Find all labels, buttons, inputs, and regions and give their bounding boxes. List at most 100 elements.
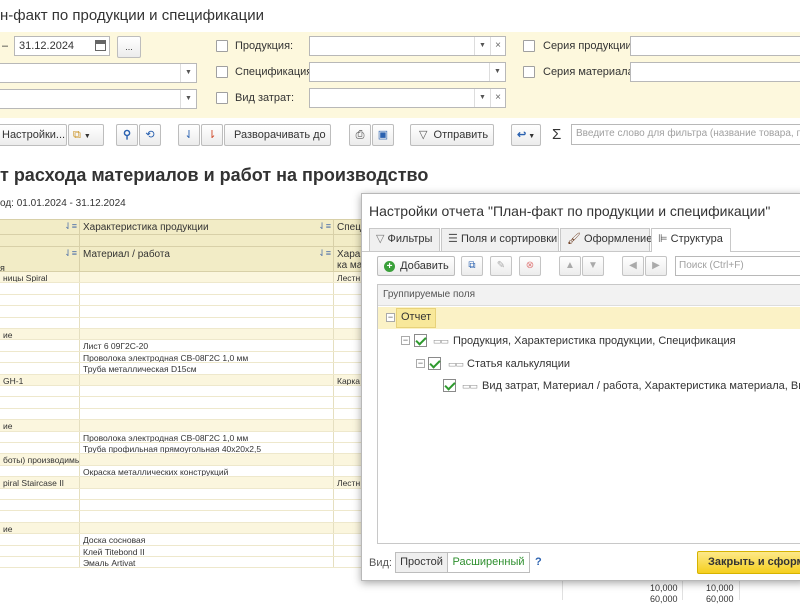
table-row[interactable]: боты) производимые в процессе: [0, 454, 362, 466]
tab-fields-sorting[interactable]: ☰ Поля и сортировки: [441, 228, 559, 251]
calendar-icon[interactable]: [95, 40, 106, 51]
copy-button[interactable]: ⧉: [461, 256, 483, 276]
table-row[interactable]: [0, 306, 362, 318]
table-row[interactable]: [0, 317, 362, 329]
send-button[interactable]: ▽ Отправить ▼: [410, 124, 494, 146]
collapse-icon[interactable]: −: [386, 313, 395, 322]
checkbox-checked-icon[interactable]: [414, 334, 427, 347]
product-series-checkbox[interactable]: [523, 40, 535, 52]
table-search-input[interactable]: Введите слово для фильтра (название това…: [571, 124, 800, 145]
header-cell[interactable]: я ⇃≡: [0, 247, 80, 272]
table-row[interactable]: [0, 283, 362, 295]
delete-button[interactable]: ⊗: [519, 256, 541, 276]
header-cell[interactable]: м ⇃≡: [0, 220, 80, 235]
find-button[interactable]: ⚲: [116, 124, 138, 146]
find-next-button[interactable]: ⟲: [139, 124, 161, 146]
table-row[interactable]: Лист 6 09Г2С-20: [0, 340, 362, 352]
close-and-generate-button[interactable]: Закрыть и сформ: [697, 551, 800, 574]
chevron-down-icon[interactable]: ▼: [489, 63, 505, 81]
cost-type-checkbox[interactable]: [216, 92, 228, 104]
settings-button[interactable]: Настройки...: [0, 124, 67, 146]
sort-asc-button[interactable]: ⇃: [178, 124, 200, 146]
view-simple-button[interactable]: Простой: [395, 552, 448, 573]
tab-structure[interactable]: ⊫ Структура: [651, 228, 731, 252]
date-to-field[interactable]: 31.12.2024: [14, 36, 110, 56]
undo-button[interactable]: ↩ ▼: [511, 124, 541, 146]
tree-node-level3[interactable]: Вид затрат, Материал / работа, Характери…: [482, 380, 800, 392]
table-row[interactable]: [0, 500, 362, 512]
table-row[interactable]: ницы Spiral Лестн: [0, 272, 362, 284]
header-cell[interactable]: Характеристика продукции ⇃≡: [80, 220, 334, 235]
product-checkbox[interactable]: [216, 40, 228, 52]
move-up-button[interactable]: ▲: [559, 256, 581, 276]
header-cell[interactable]: Спец: [334, 220, 362, 235]
table-row[interactable]: [0, 511, 362, 523]
checkbox-checked-icon[interactable]: [443, 379, 456, 392]
expand-to-button[interactable]: Разворачивать до▼: [224, 124, 331, 146]
clear-icon[interactable]: ×: [490, 37, 505, 55]
sort-desc-button[interactable]: ⇂: [201, 124, 223, 146]
table-row[interactable]: ие: [0, 329, 362, 341]
table-row[interactable]: piral Staircase II Лестн: [0, 477, 362, 489]
table-row[interactable]: ие: [0, 420, 362, 432]
help-icon[interactable]: ?: [535, 556, 542, 568]
table-row[interactable]: [0, 386, 362, 398]
clear-icon[interactable]: ×: [490, 89, 505, 107]
move-right-button[interactable]: ▶: [645, 256, 667, 276]
chevron-down-icon[interactable]: ▼: [474, 37, 490, 55]
cost-type-field[interactable]: × ▼: [309, 88, 506, 108]
header-cell[interactable]: Хара ка ма: [334, 247, 362, 272]
view-extended-button[interactable]: Расширенный: [448, 552, 530, 573]
edit-button[interactable]: ✎: [490, 256, 512, 276]
table-row[interactable]: GH-1 Карка: [0, 374, 362, 386]
variant-button[interactable]: ⧉ ▼: [68, 124, 104, 146]
tree-node-level1[interactable]: Продукция, Характеристика продукции, Спе…: [453, 335, 736, 347]
table-row[interactable]: [0, 408, 362, 421]
table-row[interactable]: Клей Titebond II: [0, 545, 362, 557]
chevron-down-icon[interactable]: ▼: [474, 89, 490, 107]
add-button[interactable]: + Добавить: [377, 256, 455, 276]
table-row[interactable]: Доска сосновая: [0, 534, 362, 546]
chevron-down-icon[interactable]: ▼: [180, 90, 196, 108]
spec-field[interactable]: ▼: [309, 62, 506, 82]
chevron-down-icon[interactable]: ▼: [180, 64, 196, 82]
sort-icon[interactable]: ⇃≡: [318, 221, 331, 232]
sort-icon[interactable]: ⇃≡: [64, 221, 77, 232]
product-field[interactable]: × ▼: [309, 36, 506, 56]
sum-icon[interactable]: Σ: [552, 126, 561, 143]
table-row[interactable]: ие: [0, 522, 362, 535]
checkbox-checked-icon[interactable]: [428, 357, 441, 370]
table-row[interactable]: Проволока электродная СВ-08Г2С 1,0 мм: [0, 431, 362, 443]
table-row[interactable]: Труба профильная прямоугольная 40х20х2,5: [0, 443, 362, 455]
table-row[interactable]: Проволока электродная СВ-08Г2С 1,0 мм: [0, 351, 362, 364]
table-row[interactable]: [0, 294, 362, 307]
table-row[interactable]: [0, 488, 362, 500]
tree-row-selected[interactable]: [378, 307, 800, 329]
table-row[interactable]: [0, 397, 362, 409]
table-row[interactable]: Эмаль Artivat: [0, 557, 362, 569]
material-series-checkbox[interactable]: [523, 66, 535, 78]
date-more-button[interactable]: ...: [117, 36, 141, 58]
product-series-field[interactable]: [630, 36, 800, 56]
collapse-icon[interactable]: −: [416, 359, 425, 368]
collapse-icon[interactable]: −: [401, 336, 410, 345]
structure-search-input[interactable]: Поиск (Ctrl+F): [675, 256, 800, 276]
table-row[interactable]: Окраска металлических конструкций: [0, 465, 362, 478]
tree-root-node[interactable]: Отчет: [396, 308, 437, 328]
table-cell: [80, 329, 334, 340]
sort-icon[interactable]: ⇃≡: [318, 248, 331, 259]
filter-field-left-1[interactable]: ▼: [0, 63, 197, 83]
tree-node-level2[interactable]: Статья калькуляции: [467, 358, 570, 370]
tab-filters[interactable]: ▽ Фильтры: [369, 228, 440, 251]
spec-checkbox[interactable]: [216, 66, 228, 78]
move-down-button[interactable]: ▼: [582, 256, 604, 276]
move-left-button[interactable]: ◀: [622, 256, 644, 276]
table-row[interactable]: Труба металлическая D15см: [0, 363, 362, 375]
header-cell[interactable]: Материал / работа ⇃≡: [80, 247, 334, 272]
tab-appearance[interactable]: 🖌 Оформление: [560, 228, 652, 251]
preview-button[interactable]: ▣: [372, 124, 394, 146]
filter-field-left-2[interactable]: ▼: [0, 89, 197, 109]
print-button[interactable]: ⎙: [349, 124, 371, 146]
material-series-field[interactable]: [630, 62, 800, 82]
sort-icon[interactable]: ⇃≡: [64, 248, 77, 259]
